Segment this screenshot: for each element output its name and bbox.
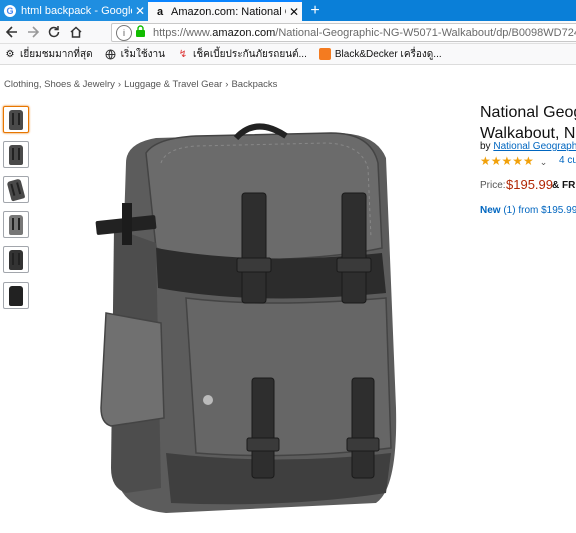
home-icon: [70, 26, 82, 38]
product-thumbnail-1[interactable]: [3, 106, 29, 133]
home-button[interactable]: [67, 23, 85, 41]
forward-arrow-icon: [28, 26, 40, 38]
rating-count-link[interactable]: 4 cu: [559, 155, 576, 166]
product-main-image[interactable]: [86, 108, 416, 528]
backpack-thumbnail-image: [9, 214, 23, 235]
reload-icon: [48, 26, 60, 38]
offers-new-label: New: [480, 205, 501, 216]
breadcrumb: Clothing, Shoes & Jewelry › Luggage & Trav…: [4, 79, 277, 90]
bookmark-label: Black&Decker เครื่องดู...: [334, 48, 442, 60]
chevron-down-icon[interactable]: ⌄: [540, 157, 548, 167]
price-label: Price:: [480, 180, 506, 191]
back-button[interactable]: [3, 23, 21, 41]
black-decker-icon: [318, 48, 331, 60]
close-tab-icon[interactable]: ✕: [286, 5, 302, 19]
tab-title: html backpack - Google Search: [21, 4, 132, 17]
free-shipping-text: & FRE: [552, 180, 576, 191]
breadcrumb-clothing[interactable]: Clothing, Shoes & Jewelry: [4, 79, 115, 90]
url-text[interactable]: https://www.amazon.com/National-Geograph…: [153, 27, 576, 39]
product-title: National Geogra Walkabout, NG: [480, 102, 576, 144]
back-arrow-icon: [5, 26, 17, 38]
navigation-bar: i https://www.amazon.com/National-Geogra…: [0, 21, 576, 44]
close-tab-icon[interactable]: ✕: [132, 4, 148, 18]
backpack-image: [95, 123, 397, 513]
bookmark-most-visited[interactable]: ⚙ เยี่ยมชมมากที่สุด: [4, 47, 93, 62]
product-thumbnail-3[interactable]: [3, 176, 29, 203]
product-title-line: National Geogra: [480, 104, 576, 121]
bookmark-label: เช็คเบี้ยประกันภัยรถยนต์...: [192, 48, 307, 60]
bookmark-getting-started[interactable]: เริ่มใช้งาน: [105, 47, 165, 62]
bookmark-insurance[interactable]: ↯ เช็คเบี้ยประกันภัยรถยนต์...: [177, 47, 307, 62]
product-byline: by National Geographic: [480, 141, 576, 152]
amazon-favicon-icon: a: [156, 5, 164, 18]
bookmark-label: เยี่ยมชมมากที่สุด: [20, 48, 93, 60]
offers-count: (1) from $195.99: [503, 205, 576, 216]
brand-link[interactable]: National Geographic: [493, 141, 576, 152]
lock-icon[interactable]: [135, 25, 149, 40]
tab-title: Amazon.com: National Geogra: [171, 5, 286, 18]
product-thumbnail-2[interactable]: [3, 141, 29, 168]
tab-google-search[interactable]: G html backpack - Google Search ✕: [0, 0, 148, 21]
tab-strip: G html backpack - Google Search ✕ a Amaz…: [0, 0, 576, 21]
info-icon[interactable]: i: [116, 24, 132, 41]
tab-amazon[interactable]: a Amazon.com: National Geogra ✕: [148, 0, 302, 21]
breadcrumb-separator: ›: [117, 79, 122, 90]
bookmark-label: เริ่มใช้งาน: [120, 48, 165, 60]
breadcrumb-backpacks[interactable]: Backpacks: [231, 79, 277, 90]
bookmarks-toolbar: ⚙ เยี่ยมชมมากที่สุด เริ่มใช้งาน ↯ เช็คเบ…: [0, 44, 576, 65]
stars-icon: ★★★★★: [480, 154, 534, 168]
bookmark-black-decker[interactable]: Black&Decker เครื่องดู...: [318, 47, 442, 62]
url-bar[interactable]: i https://www.amazon.com/National-Geogra…: [111, 23, 576, 42]
product-thumbnail-5[interactable]: [3, 246, 29, 273]
backpack-thumbnail-image: [9, 249, 23, 270]
star-rating[interactable]: ★★★★★ ⌄: [480, 154, 547, 168]
backpack-thumbnail-image: [9, 109, 23, 130]
product-thumbnail-4[interactable]: [3, 211, 29, 238]
backpack-thumbnail-image: [6, 178, 26, 201]
insurance-icon: ↯: [178, 48, 188, 60]
backpack-thumbnail-image: [9, 144, 23, 165]
product-thumbnail-6[interactable]: [3, 282, 29, 309]
offers-link[interactable]: New (1) from $195.99: [480, 205, 576, 216]
byline-prefix: by: [480, 141, 491, 152]
globe-icon: [105, 48, 117, 60]
breadcrumb-luggage[interactable]: Luggage & Travel Gear: [124, 79, 222, 90]
gear-icon: ⚙: [5, 48, 15, 60]
forward-button[interactable]: [24, 23, 42, 41]
backpack-thumbnail-image: [9, 285, 23, 306]
reload-button[interactable]: [45, 23, 63, 41]
new-tab-button[interactable]: +: [306, 0, 324, 21]
price-value: $195.99: [506, 177, 553, 192]
google-favicon-icon: G: [4, 4, 16, 17]
